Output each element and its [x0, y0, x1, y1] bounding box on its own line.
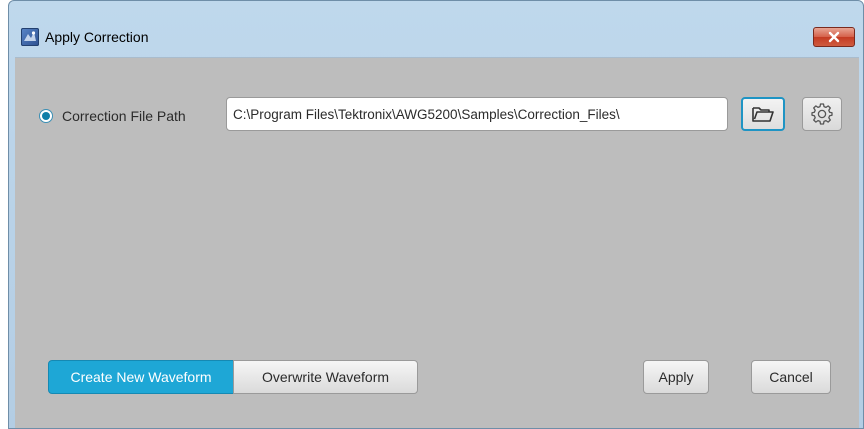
title-bar: Apply Correction: [9, 1, 863, 57]
close-icon: [828, 31, 840, 43]
window-title: Apply Correction: [45, 29, 149, 45]
close-button[interactable]: [813, 27, 855, 47]
correction-file-path-label[interactable]: Correction File Path: [62, 108, 186, 124]
browse-button[interactable]: [741, 97, 785, 131]
folder-open-icon: [752, 107, 774, 122]
dialog-content: Correction File Path Create New Waveform…: [15, 57, 859, 428]
correction-file-path-input[interactable]: [226, 97, 728, 131]
apply-correction-dialog: Apply Correction Correction File Path C:…: [8, 0, 864, 429]
gear-icon: [811, 103, 833, 125]
overwrite-waveform-button[interactable]: Overwrite Waveform: [233, 360, 418, 394]
correction-file-path-radio[interactable]: [39, 109, 53, 123]
radio-selected-dot: [42, 112, 50, 120]
settings-button[interactable]: [802, 97, 842, 131]
create-new-waveform-button[interactable]: Create New Waveform: [48, 360, 234, 394]
apply-button[interactable]: Apply: [643, 360, 709, 394]
cancel-button[interactable]: Cancel: [751, 360, 831, 394]
app-icon: [21, 28, 39, 46]
